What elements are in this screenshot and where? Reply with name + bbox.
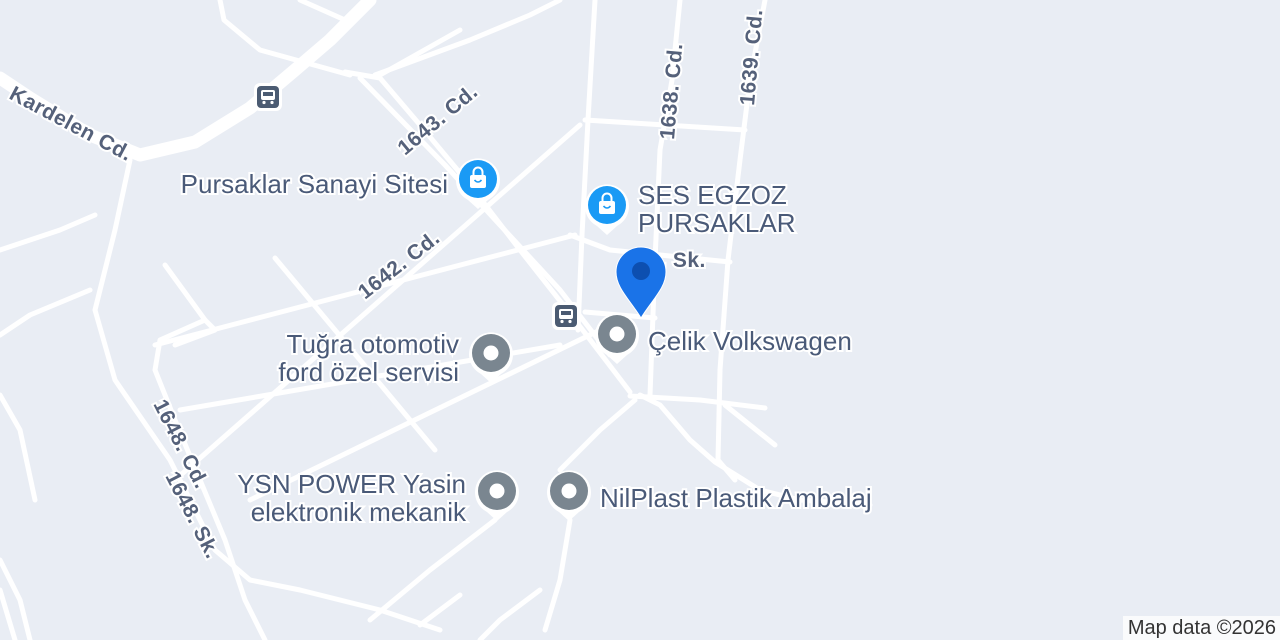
street-label-1642: 1642. Cd.: [354, 226, 444, 304]
map-canvas[interactable]: Kardelen Cd. 1643. Cd. 1642. Cd. 1638. C…: [0, 0, 1280, 640]
bus-stop-icon[interactable]: [552, 302, 580, 330]
place-icon[interactable]: [475, 470, 519, 521]
poi-ysn-power[interactable]: YSN POWER Yasin elektronik mekanik: [235, 467, 519, 529]
poi-label-line1[interactable]: Tuğra otomotiv: [285, 327, 461, 361]
poi-label-line1[interactable]: SES EGZOZ: [636, 178, 789, 212]
map-attribution: Map data ©2026: [1122, 616, 1280, 640]
kardelen-road: [0, 0, 377, 162]
shopping-bag-icon[interactable]: [584, 183, 630, 236]
bus-stop-icon[interactable]: [254, 83, 282, 111]
poi-label[interactable]: NilPlast Plastik Ambalaj: [598, 481, 874, 515]
poi-nilplast[interactable]: NilPlast Plastik Ambalaj: [547, 470, 874, 521]
poi-label-line2[interactable]: elektronik mekanik: [249, 495, 469, 529]
poi-label-line2[interactable]: PURSAKLAR: [636, 206, 798, 240]
poi-label[interactable]: Pursaklar Sanayi Sitesi: [179, 167, 450, 201]
map-base: Kardelen Cd. 1643. Cd. 1642. Cd. 1638. C…: [0, 0, 874, 640]
poi-label[interactable]: Çelik Volkswagen: [646, 324, 854, 358]
street-label-kardelen: Kardelen Cd.: [6, 82, 136, 166]
place-icon[interactable]: [547, 470, 591, 521]
poi-tugra-otomotiv[interactable]: Tuğra otomotiv ford özel servisi: [276, 327, 513, 389]
poi-label-line1[interactable]: YSN POWER Yasin: [235, 467, 468, 501]
location-pin-icon[interactable]: [615, 246, 667, 319]
poi-ses-egzoz[interactable]: SES EGZOZ PURSAKLAR: [584, 178, 798, 240]
street-label-1639: 1639. Cd.: [736, 8, 767, 106]
poi-label-line2[interactable]: ford özel servisi: [276, 355, 461, 389]
